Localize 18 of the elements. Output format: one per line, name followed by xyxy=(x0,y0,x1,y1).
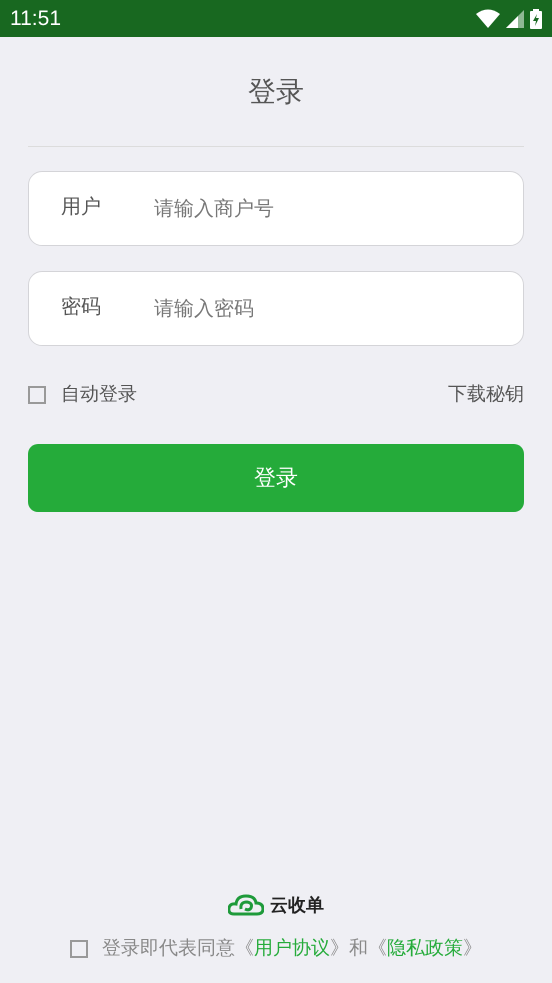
checkbox[interactable] xyxy=(70,940,88,958)
cloud-logo-icon xyxy=(228,894,264,916)
field-label: 密码 xyxy=(60,294,102,320)
battery-icon xyxy=(530,8,542,28)
download-key-link[interactable]: 下载秘钥 xyxy=(448,381,524,410)
wifi-icon xyxy=(476,9,500,28)
field-label: 用户 xyxy=(60,194,102,220)
input-field[interactable]: 用户 请输入商户号 xyxy=(28,171,524,246)
agreement-text: 登录即代表同意《用户协议》和《隐私政策》 xyxy=(102,936,482,960)
signal-icon xyxy=(506,10,524,28)
text-input[interactable]: 请输入密码 xyxy=(154,294,523,324)
status-time: 11:51 xyxy=(10,6,61,32)
auto-login-label: 自动登录 xyxy=(61,383,137,407)
text-input[interactable]: 请输入商户号 xyxy=(154,194,523,224)
input-field[interactable]: 密码 请输入密码 xyxy=(28,271,524,346)
page-title: 登录 xyxy=(248,74,304,108)
checkbox[interactable] xyxy=(28,386,46,404)
brand-name: 云收单 xyxy=(270,894,324,916)
